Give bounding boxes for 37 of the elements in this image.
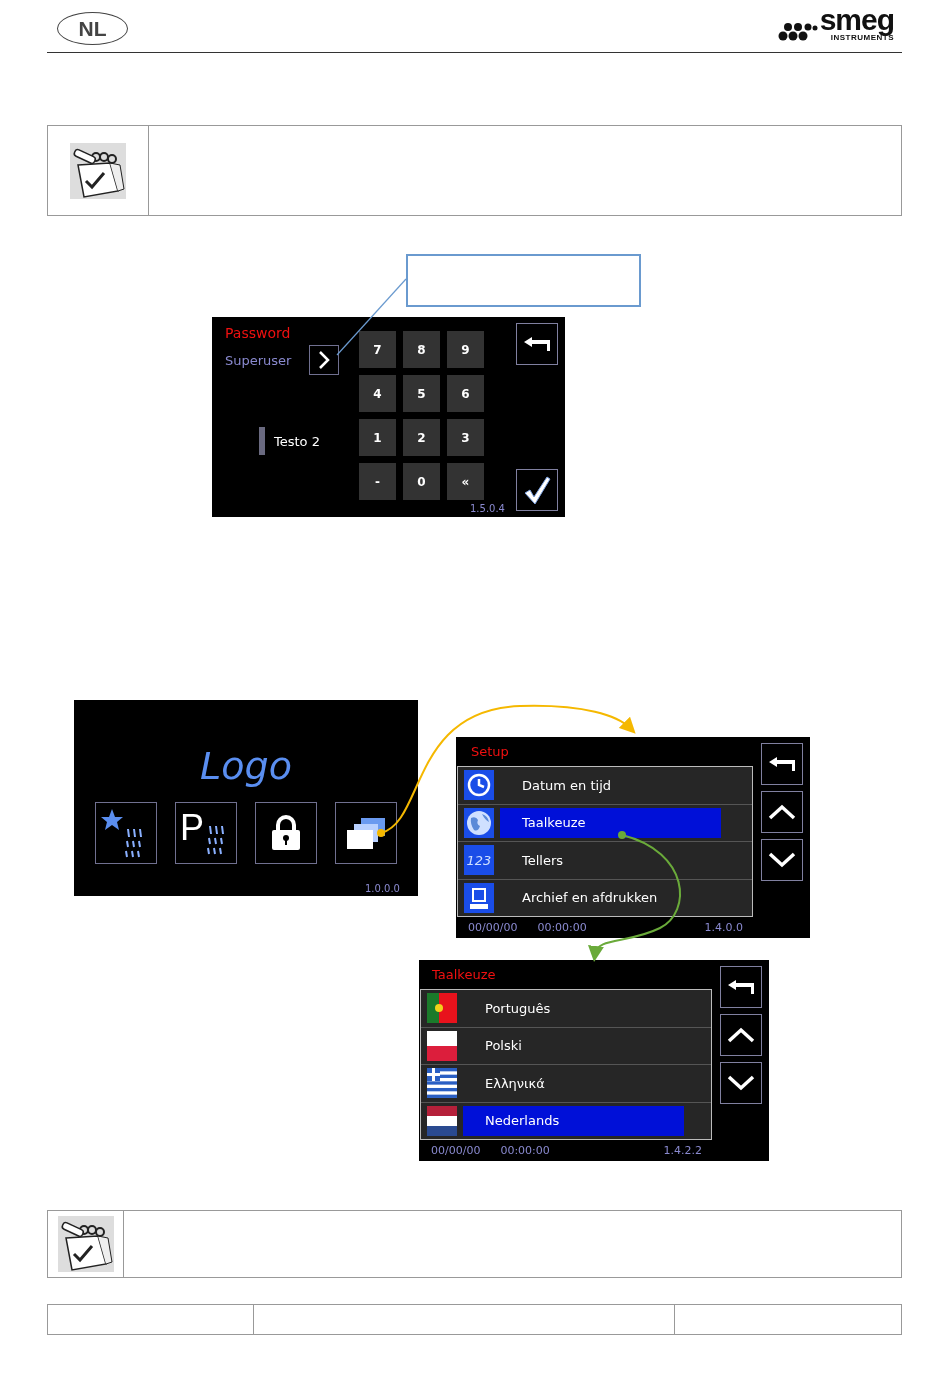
menu-item[interactable]: Taalkeuze (500, 807, 721, 838)
version-text: 1.5.0.4 (470, 503, 505, 514)
program-letter: P (180, 810, 204, 846)
menu-item[interactable]: Tellers (500, 845, 721, 876)
user-name: Superuser (225, 352, 293, 368)
menu-item[interactable]: Português (463, 993, 684, 1024)
keypad-key[interactable]: « (447, 463, 484, 500)
time-text: 00:00:00 (537, 921, 587, 934)
time-text: 00:00:00 (500, 1144, 550, 1157)
logo-text: Logo (200, 744, 292, 788)
keypad-key[interactable]: 3 (447, 419, 484, 456)
keypad-key[interactable]: 5 (403, 375, 440, 412)
menu-item[interactable]: Nederlands (463, 1105, 684, 1136)
date-text: 00/00/00 (468, 921, 518, 934)
screen-title: Taalkeuze (432, 967, 496, 982)
menu-item[interactable]: Archief en afdrukken (500, 882, 721, 913)
keypad-key[interactable]: 8 (403, 331, 440, 368)
version-text: 1.0.0.0 (365, 883, 400, 894)
keypad-key[interactable]: 7 (359, 331, 396, 368)
menu-item[interactable]: Datum en tijd (500, 770, 721, 801)
version-text: 1.4.0.0 (704, 921, 743, 934)
keypad-key[interactable]: - (359, 463, 396, 500)
version-text: 1.4.2.2 (663, 1144, 702, 1157)
date-text: 00/00/00 (431, 1144, 481, 1157)
keypad-key[interactable]: 9 (447, 331, 484, 368)
menu-item[interactable]: Polski (463, 1030, 684, 1061)
keypad-key[interactable]: 2 (403, 419, 440, 456)
screen-title: Setup (471, 744, 509, 759)
counter-icon: 123 (464, 845, 494, 876)
menu-item[interactable]: Ελληνικά (463, 1068, 684, 1099)
keypad-key[interactable]: 0 (403, 463, 440, 500)
screen-title: Password (225, 325, 292, 341)
field-label: Testo 2 (274, 433, 320, 449)
home-button[interactable]: P (175, 802, 237, 864)
keypad-key[interactable]: 1 (359, 419, 396, 456)
keypad-key[interactable]: 6 (447, 375, 484, 412)
keypad-key[interactable]: 4 (359, 375, 396, 412)
